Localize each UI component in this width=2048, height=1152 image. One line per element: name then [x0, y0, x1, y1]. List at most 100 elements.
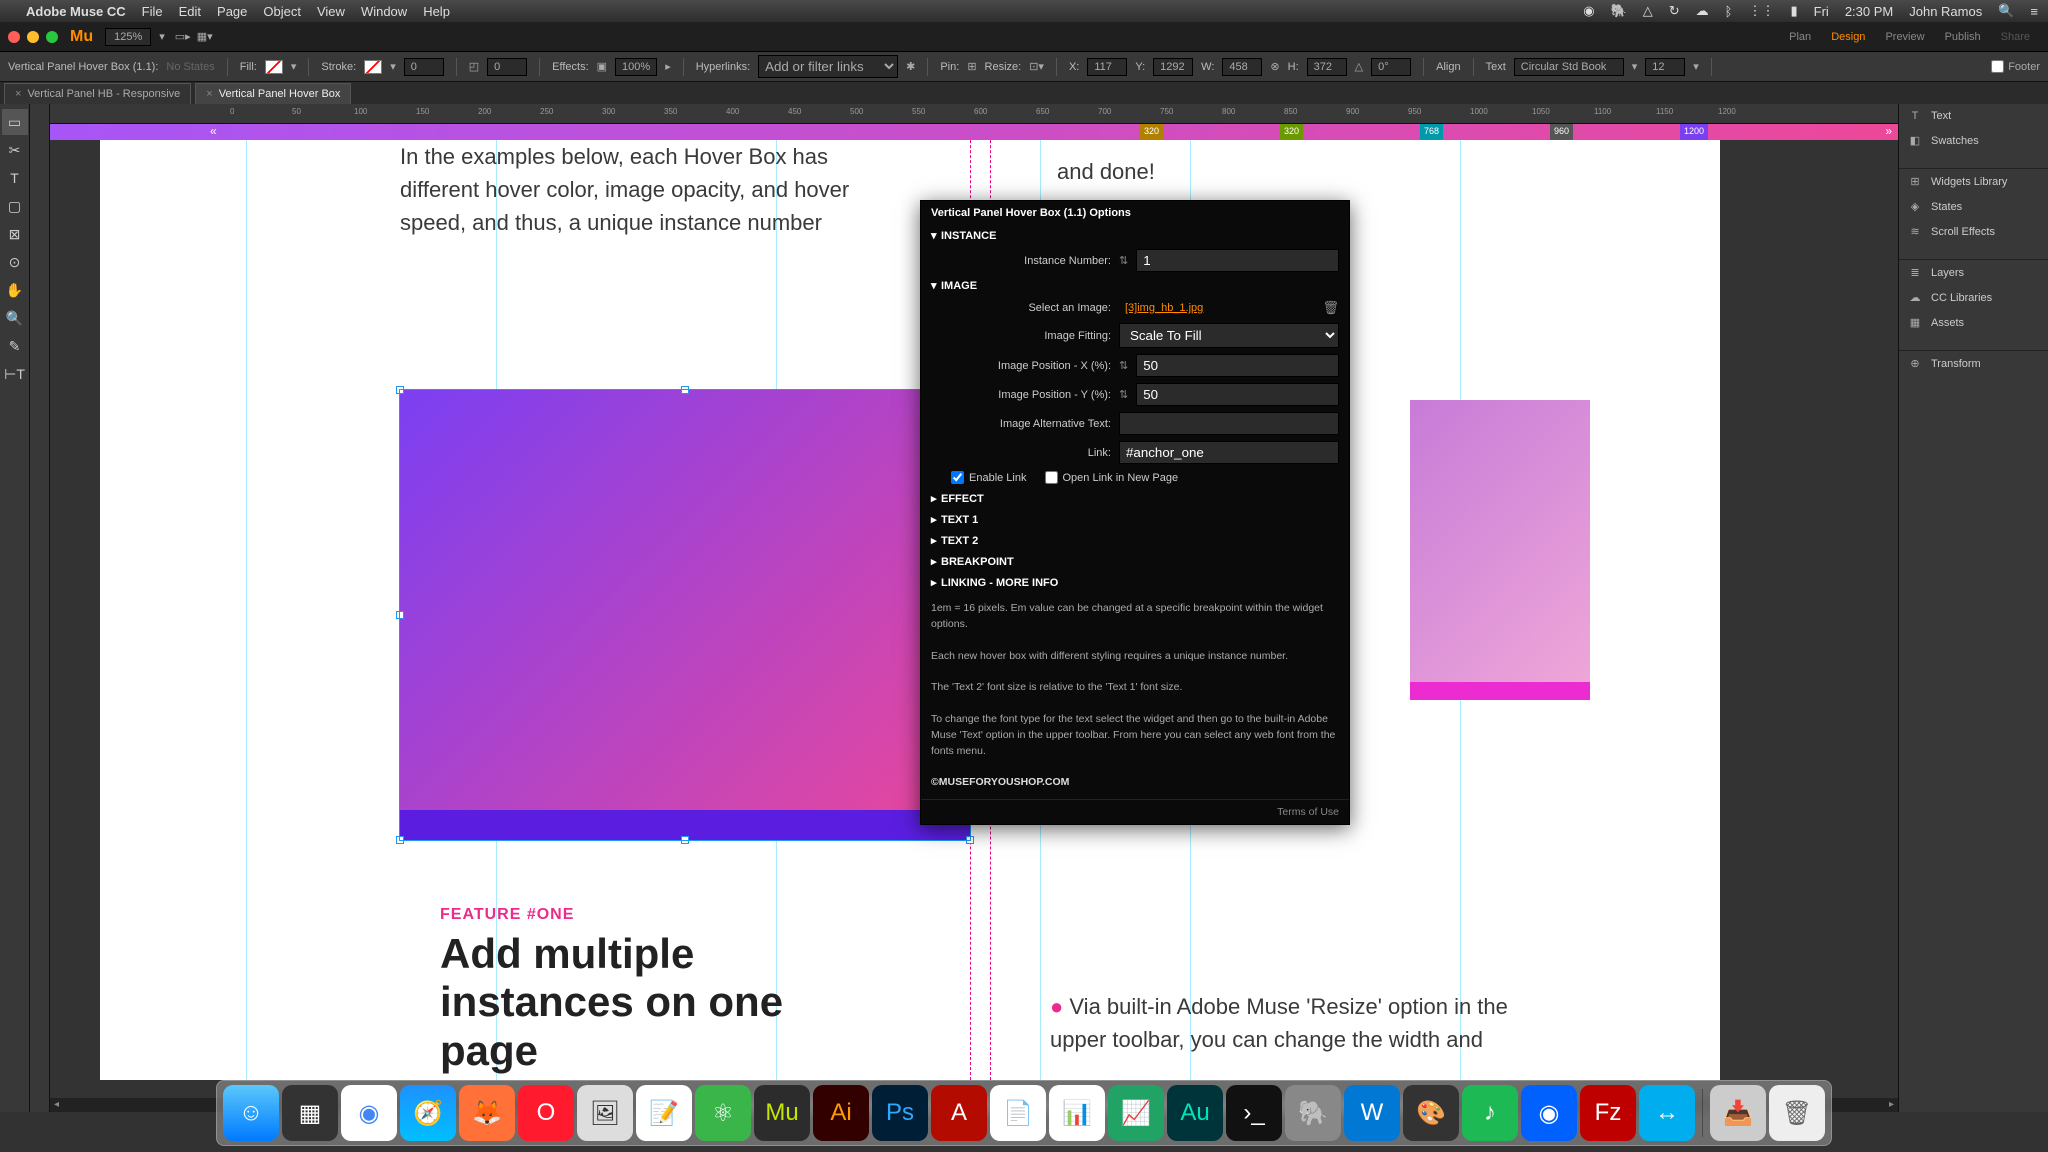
section-text1[interactable]: ▸TEXT 1	[921, 509, 1349, 530]
section-effect[interactable]: ▸EFFECT	[921, 488, 1349, 509]
breakpoint-bar[interactable]: « 320 320 768 960 1200 »	[50, 124, 1898, 140]
panel-assets[interactable]: ▦Assets	[1899, 310, 2048, 335]
keynote-icon[interactable]: 📊	[1049, 1085, 1105, 1141]
spotify-icon[interactable]: ♪	[1462, 1085, 1518, 1141]
doc-tab-2[interactable]: ×Vertical Panel Hover Box	[195, 83, 351, 104]
alt-text-input[interactable]	[1119, 412, 1339, 435]
spotlight-icon[interactable]: 🔍	[1998, 3, 2014, 19]
panel-cc-libraries[interactable]: ☁CC Libraries	[1899, 285, 2048, 310]
footer-checkbox[interactable]	[1991, 60, 2004, 73]
hand-tool[interactable]: ✋	[2, 277, 28, 303]
bp-320b[interactable]: 320	[1280, 124, 1303, 140]
stroke-dropdown-icon[interactable]: ▾	[390, 60, 396, 73]
mode-preview[interactable]: Preview	[1885, 31, 1924, 43]
resize-icon[interactable]: ⊡▾	[1029, 60, 1044, 73]
eyedropper-tool[interactable]: ✎	[2, 333, 28, 359]
clock-day[interactable]: Fri	[1814, 4, 1829, 19]
pos-x-input[interactable]	[1136, 354, 1339, 377]
chrome-icon[interactable]: ◉	[341, 1085, 397, 1141]
pos-y-input[interactable]	[1136, 383, 1339, 406]
close-tab-icon[interactable]: ×	[206, 88, 212, 100]
mission-control-icon[interactable]: ▦	[282, 1085, 338, 1141]
open-new-page-checkbox[interactable]	[1045, 471, 1058, 484]
section-instance[interactable]: ▾INSTANCE	[921, 225, 1349, 246]
panel-transform[interactable]: ⊕Transform	[1899, 351, 2048, 376]
section-breakpoint[interactable]: ▸BREAKPOINT	[921, 551, 1349, 572]
menu-window[interactable]: Window	[361, 4, 407, 19]
x-field[interactable]: 117	[1087, 58, 1127, 76]
panel-swatches[interactable]: ◧Swatches	[1899, 128, 2048, 153]
canvas-scroll[interactable]: In the examples below, each Hover Box ha…	[50, 140, 1898, 1098]
textedit-icon[interactable]: 📝	[636, 1085, 692, 1141]
zoom-dropdown-icon[interactable]: ▾	[159, 30, 165, 43]
opacity-field[interactable]: 100%	[615, 58, 657, 76]
text-tool[interactable]: T	[2, 165, 28, 191]
pin-grid-icon[interactable]: ⊞	[967, 60, 976, 73]
selection-tool[interactable]: ▭	[2, 109, 28, 135]
font-family[interactable]: Circular Std Book	[1514, 58, 1624, 76]
dropbox-icon[interactable]: △	[1643, 3, 1653, 19]
bluetooth-icon[interactable]: ᛒ	[1725, 4, 1733, 19]
bp-1200[interactable]: 1200	[1680, 124, 1708, 140]
evernote-icon[interactable]: 🐘	[1611, 3, 1627, 19]
mode-plan[interactable]: Plan	[1789, 31, 1811, 43]
color-picker-icon[interactable]: 🎨	[1403, 1085, 1459, 1141]
terminal-icon[interactable]: ›_	[1226, 1085, 1282, 1141]
rotate-icon[interactable]: △	[1355, 60, 1363, 73]
muse-dock-icon[interactable]: Mu	[754, 1085, 810, 1141]
crop-tool[interactable]: ✂	[2, 137, 28, 163]
minimize-window-icon[interactable]	[27, 31, 39, 43]
acrobat-icon[interactable]: A	[931, 1085, 987, 1141]
battery-icon[interactable]: ▮	[1790, 3, 1797, 19]
sync-icon[interactable]: ↻	[1669, 3, 1680, 19]
mode-publish[interactable]: Publish	[1945, 31, 1981, 43]
menu-icon[interactable]: ≡	[2030, 4, 2038, 19]
enable-link-checkbox[interactable]	[951, 471, 964, 484]
app-name[interactable]: Adobe Muse CC	[26, 4, 126, 19]
wifi-icon[interactable]: ⋮⋮	[1748, 3, 1774, 19]
panel-scroll-effects[interactable]: ≋Scroll Effects	[1899, 219, 2048, 244]
trash-icon[interactable]: 🗑	[1769, 1085, 1825, 1141]
stroke-weight[interactable]: 0	[404, 58, 444, 76]
fill-swatch[interactable]	[265, 60, 283, 74]
menu-view[interactable]: View	[317, 4, 345, 19]
menu-file[interactable]: File	[142, 4, 163, 19]
ellipse-tool[interactable]: ⊙	[2, 249, 28, 275]
menu-help[interactable]: Help	[423, 4, 450, 19]
rotate-field[interactable]: 0°	[1371, 58, 1411, 76]
panel-widgets[interactable]: ⊞Widgets Library	[1899, 169, 2048, 194]
close-window-icon[interactable]	[8, 31, 20, 43]
y-field[interactable]: 1292	[1153, 58, 1193, 76]
rectangle-tool[interactable]: ▢	[2, 193, 28, 219]
finder-icon[interactable]: ☺	[223, 1085, 279, 1141]
pages-icon[interactable]: 📄	[990, 1085, 1046, 1141]
doc-tab-1[interactable]: ×Vertical Panel HB - Responsive	[4, 83, 191, 104]
bp-768[interactable]: 768	[1420, 124, 1443, 140]
page-canvas[interactable]: In the examples below, each Hover Box ha…	[100, 140, 1720, 1080]
vertical-text-tool[interactable]: ⊢T	[2, 361, 28, 387]
fill-dropdown-icon[interactable]: ▾	[291, 60, 297, 73]
view-toggle-icon[interactable]: ▭▸	[175, 30, 191, 43]
hover-box-right[interactable]	[1410, 400, 1590, 700]
panel-text[interactable]: TText	[1899, 104, 2048, 128]
trash-icon[interactable]: 🗑	[1322, 300, 1339, 316]
states-dropdown[interactable]: No States	[166, 61, 214, 73]
link-wh-icon[interactable]: ⊗	[1270, 60, 1279, 73]
preview-icon[interactable]: 🖼	[577, 1085, 633, 1141]
filezilla-icon[interactable]: Fz	[1580, 1085, 1636, 1141]
stroke-swatch[interactable]	[364, 60, 382, 74]
align-label[interactable]: Align	[1436, 61, 1460, 73]
menu-edit[interactable]: Edit	[179, 4, 201, 19]
user-name[interactable]: John Ramos	[1909, 4, 1982, 19]
numbers-icon[interactable]: 📈	[1108, 1085, 1164, 1141]
section-image[interactable]: ▾IMAGE	[921, 275, 1349, 296]
cc-icon[interactable]: ☁	[1696, 3, 1709, 19]
effects-icon[interactable]: ▣	[597, 60, 607, 73]
hyperlink-options-icon[interactable]: ✱	[906, 60, 915, 73]
opera-icon[interactable]: O	[518, 1085, 574, 1141]
close-tab-icon[interactable]: ×	[15, 88, 21, 100]
corner-radius[interactable]: 0	[487, 58, 527, 76]
terms-link[interactable]: Terms of Use	[1277, 806, 1339, 818]
font-size[interactable]: 12	[1645, 58, 1685, 76]
mamp-icon[interactable]: 🐘	[1285, 1085, 1341, 1141]
